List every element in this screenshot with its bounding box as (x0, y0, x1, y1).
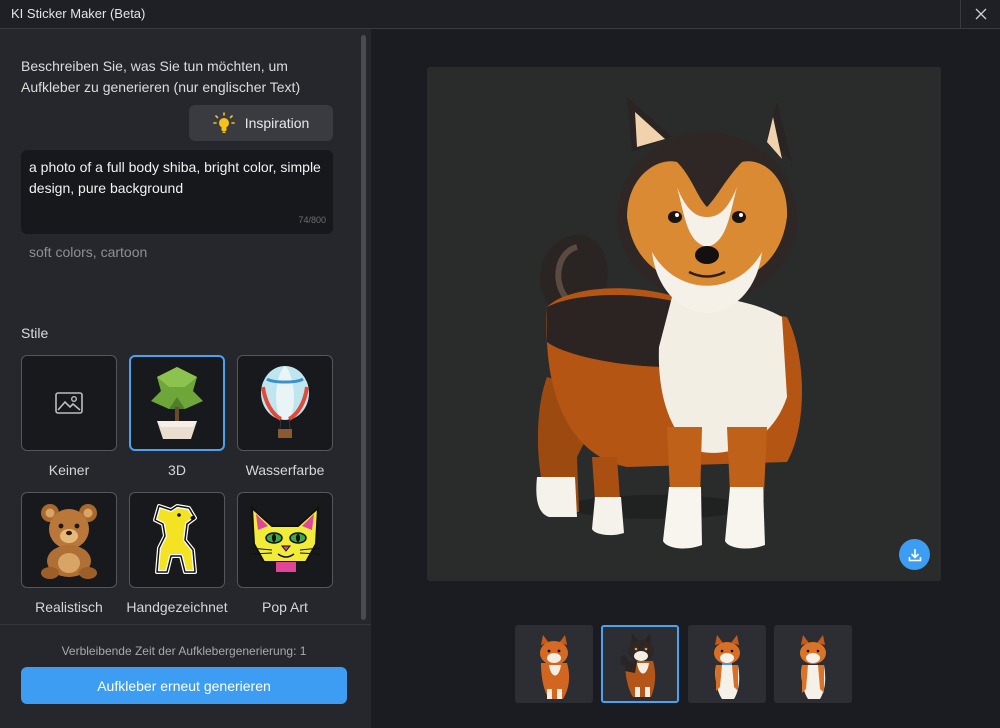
lightbulb-icon (212, 112, 235, 133)
shiba-inu-sticker (536, 97, 802, 549)
style-tile-realistic[interactable] (21, 492, 117, 588)
pop-art-cat-icon (249, 505, 321, 572)
styles-heading: Stile (21, 325, 49, 341)
teddy-bear-icon (41, 504, 97, 579)
download-icon (908, 548, 921, 561)
thumbnail-4[interactable] (774, 625, 852, 703)
style-label-popart: Pop Art (262, 599, 308, 615)
sidebar-panel: Beschreiben Sie, was Sie tun möchten, um… (0, 29, 371, 728)
style-tile-watercolor[interactable] (237, 355, 333, 451)
regenerate-button[interactable]: Aufkleber erneut generieren (21, 667, 347, 704)
dog-sticker-icon (153, 504, 197, 574)
negative-prompt-field[interactable]: soft colors, cartoon (29, 244, 147, 260)
low-poly-tree-icon (151, 367, 203, 439)
close-button[interactable] (960, 0, 1000, 28)
sidebar-scrollbar[interactable] (361, 35, 366, 620)
generation-footer: Verbleibende Zeit der Aufklebergenerieru… (0, 624, 371, 728)
shiba-thumb-black-tan (620, 633, 656, 697)
style-tile-popart[interactable] (237, 492, 333, 588)
inspiration-button[interactable]: Inspiration (189, 105, 333, 141)
style-tile-3d[interactable] (129, 355, 225, 451)
hot-air-balloon-icon (261, 366, 309, 438)
title-bar: KI Sticker Maker (Beta) (0, 0, 1000, 29)
download-button[interactable] (899, 539, 930, 570)
style-tile-none[interactable] (21, 355, 117, 451)
sticker-preview (427, 67, 941, 581)
style-tile-handdrawn[interactable] (129, 492, 225, 588)
window-title: KI Sticker Maker (Beta) (11, 6, 146, 21)
shiba-thumb-orange (540, 635, 570, 699)
inspiration-label: Inspiration (244, 115, 310, 131)
style-label-watercolor: Wasserfarbe (245, 462, 325, 478)
style-label-3d: 3D (168, 462, 186, 478)
prompt-description: Beschreiben Sie, was Sie tun möchten, um… (21, 58, 301, 95)
thumbnail-3[interactable] (688, 625, 766, 703)
image-placeholder-icon (55, 392, 83, 414)
prompt-text: a photo of a full body shiba, bright col… (29, 159, 321, 196)
style-label-realistic: Realistisch (35, 599, 103, 615)
style-label-none: Keiner (48, 462, 90, 478)
shiba-thumb-orange-2 (714, 635, 740, 699)
thumbnail-2[interactable] (601, 625, 679, 703)
close-icon (975, 8, 986, 20)
preview-panel (371, 29, 1000, 728)
remaining-generations: Verbleibende Zeit der Aufklebergenerieru… (61, 644, 307, 658)
prompt-textarea[interactable]: a photo of a full body shiba, bright col… (21, 150, 333, 234)
shiba-thumb-orange-3 (800, 635, 826, 699)
style-label-handdrawn: Handgezeichnet (126, 599, 228, 615)
thumbnail-1[interactable] (515, 625, 593, 703)
char-counter: 74/800 (298, 215, 326, 225)
